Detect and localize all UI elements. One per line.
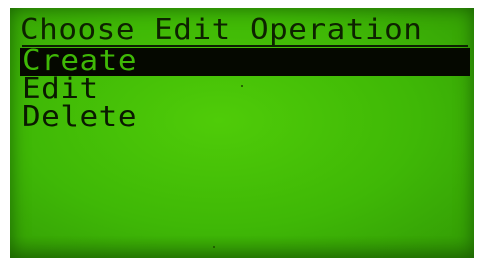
menu-item-label: Create (22, 44, 137, 78)
menu-item-label: Edit (22, 72, 99, 106)
menu-item-label: Delete (22, 100, 137, 134)
lcd-screen: Choose Edit Operation Create Edit Delete (10, 8, 474, 258)
lcd-display-frame: Choose Edit Operation Create Edit Delete (0, 0, 484, 261)
screen-title: Choose Edit Operation (20, 13, 423, 47)
screen-speck (213, 246, 215, 248)
screen-speck (241, 85, 243, 87)
menu-item-delete[interactable]: Delete (20, 100, 470, 134)
